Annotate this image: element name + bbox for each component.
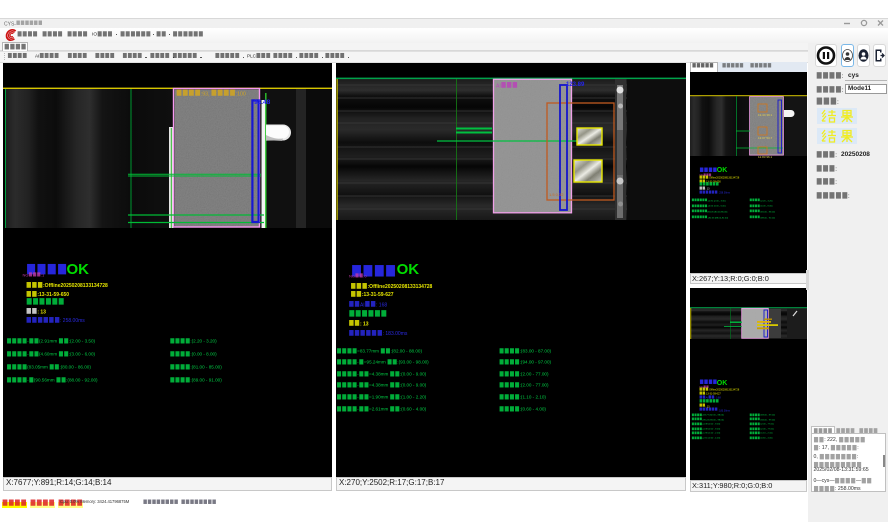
svg-text:13.07 53.7: 13.07 53.7	[758, 136, 773, 140]
svg-text:12.44 39.1: 12.44 39.1	[758, 113, 773, 117]
svg-text:12.83 96.1: 12.83 96.1	[758, 155, 773, 159]
